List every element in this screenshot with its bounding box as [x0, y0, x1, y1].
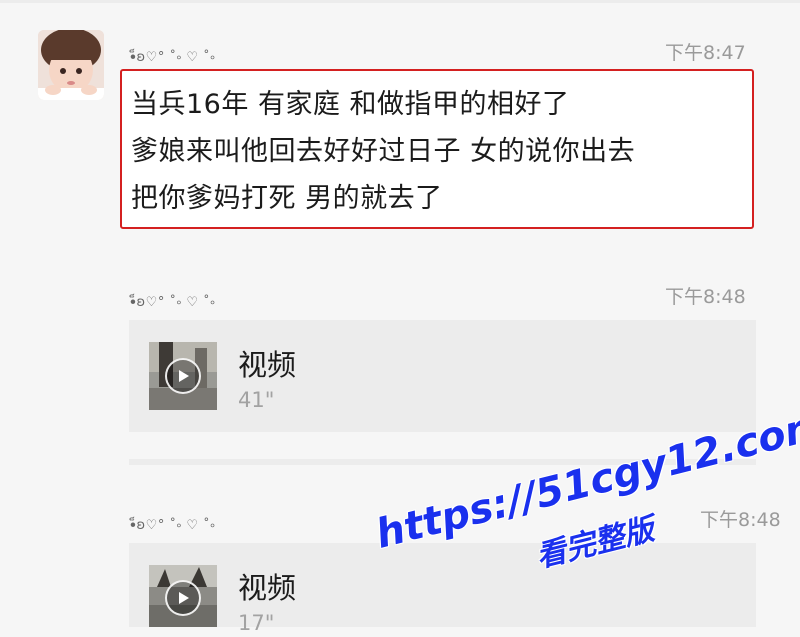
message-time: 下午8:47: [665, 42, 746, 64]
sender-name: •็ʚ♡° ˚༚ ♡ ˚༚: [130, 518, 216, 533]
play-icon[interactable]: [165, 358, 201, 394]
video-thumbnail[interactable]: [149, 565, 217, 627]
message-line: 把你爹妈打死 男的就去了: [131, 183, 443, 214]
message-line: 当兵16年 有家庭 和做指甲的相好了: [131, 89, 570, 120]
avatar-photo: [38, 30, 104, 100]
avatar[interactable]: [38, 30, 104, 100]
video-duration: 17": [238, 611, 275, 635]
video-thumbnail[interactable]: [149, 342, 217, 410]
video-title: 视频: [238, 571, 297, 605]
play-icon[interactable]: [165, 580, 201, 616]
message-time: 下午8:48: [665, 286, 746, 308]
top-divider: [0, 0, 800, 3]
video-duration: 41": [238, 388, 275, 412]
video-card[interactable]: 视频 41": [129, 320, 756, 432]
sender-name: •็ʚ♡° ˚༚ ♡ ˚༚: [130, 295, 216, 310]
message-line: 爹娘来叫他回去好好过日子 女的说你出去: [131, 136, 636, 167]
video-title: 视频: [238, 348, 297, 382]
message-bubble-highlighted[interactable]: 当兵16年 有家庭 和做指甲的相好了 爹娘来叫他回去好好过日子 女的说你出去 把…: [120, 69, 754, 229]
